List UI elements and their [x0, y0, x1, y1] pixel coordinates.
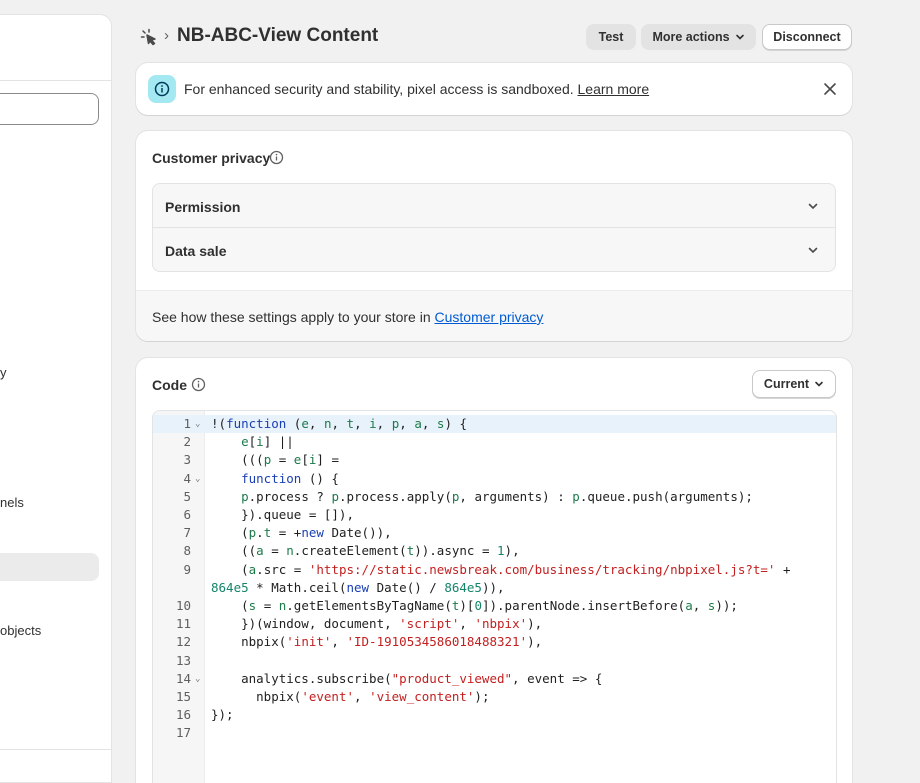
code-line[interactable]: 5 p.process ? p.process.apply(p, argumen… [153, 488, 836, 506]
disconnect-button[interactable]: Disconnect [762, 24, 852, 50]
banner-text: For enhanced security and stability, pix… [184, 81, 574, 97]
sidebar-item-label[interactable]: y [0, 365, 7, 380]
code-text: })(window, document, 'script', 'nbpix'), [211, 616, 543, 632]
sidebar-search-input[interactable] [0, 93, 99, 125]
code-line[interactable]: 10 (s = n.getElementsByTagName(t)[0]).pa… [153, 597, 836, 615]
customer-privacy-card: Customer privacy Permission Data sale Se… [136, 131, 852, 341]
code-text: !(function (e, n, t, i, p, a, s) { [211, 416, 468, 431]
data-sale-accordion[interactable]: Data sale [152, 227, 836, 272]
banner-message: For enhanced security and stability, pix… [184, 81, 649, 97]
line-number: 2 [183, 434, 191, 450]
page-header: › NB-ABC-View Content Test More actions … [136, 22, 852, 52]
code-text: }); [211, 707, 234, 723]
line-number: 13 [175, 652, 191, 668]
customer-privacy-link[interactable]: Customer privacy [435, 309, 544, 325]
code-line[interactable]: 9 (a.src = 'https://static.newsbreak.com… [153, 561, 836, 579]
page-title: NB-ABC-View Content [177, 25, 379, 46]
permission-accordion[interactable]: Permission [152, 183, 836, 228]
code-line[interactable]: 7 (p.t = +new Date()), [153, 524, 836, 542]
more-actions-button[interactable]: More actions [641, 24, 756, 50]
code-editor[interactable]: 1 ⌄ !(function (e, n, t, i, p, a, s) { 2 e[… [152, 410, 837, 783]
chevron-down-icon [808, 203, 818, 210]
chevron-down-icon [815, 381, 823, 387]
version-select[interactable]: Current [752, 370, 836, 398]
line-number: 5 [183, 488, 191, 504]
line-number: 3 [183, 452, 191, 468]
line-number: 7 [183, 525, 191, 541]
chevron-down-icon [735, 34, 744, 40]
code-line[interactable]: 6 }).queue = []), [153, 506, 836, 524]
line-number: 14 [175, 670, 191, 686]
line-number: 17 [175, 725, 191, 741]
code-text: function () { [241, 470, 339, 486]
code-text: nbpix('event', 'view_content'); [211, 689, 490, 704]
line-number: 11 [175, 616, 191, 632]
code-line[interactable]: 15 nbpix('event', 'view_content'); [153, 688, 836, 706]
test-button[interactable]: Test [586, 24, 636, 50]
line-number: 1 [183, 416, 191, 431]
info-icon[interactable] [269, 150, 284, 165]
more-actions-label: More actions [652, 30, 730, 44]
code-line[interactable]: 4 ⌄ function () { [153, 470, 836, 488]
code-text: ((a = n.createElement(t)).async = 1), [211, 543, 520, 559]
code-line[interactable]: 16}); [153, 706, 836, 724]
chevron-down-icon [808, 247, 818, 254]
privacy-title: Customer privacy [152, 150, 271, 166]
close-icon[interactable] [822, 81, 838, 97]
code-line[interactable]: 13 [153, 652, 836, 670]
code-text: (s = n.getElementsByTagName(t)[0]).paren… [211, 598, 738, 613]
code-text: }).queue = []), [211, 507, 354, 522]
sandbox-banner: For enhanced security and stability, pix… [136, 63, 852, 115]
code-line[interactable]: 17 [153, 724, 836, 742]
code-text: p.process ? p.process.apply(p, arguments… [241, 488, 753, 504]
line-number: 16 [175, 707, 191, 723]
accordion-label: Permission [165, 199, 241, 215]
code-text: nbpix('init', 'ID-1910534586018488321'), [211, 634, 543, 650]
line-number: 15 [175, 689, 191, 704]
code-text: (((p = e[i] = [211, 452, 339, 468]
sidebar-divider [0, 80, 111, 81]
version-select-label: Current [763, 377, 810, 391]
line-number: 9 [183, 561, 191, 577]
code-line[interactable]: 864e5 * Math.ceil(new Date() / 864e5)), [153, 579, 836, 597]
code-text: analytics.subscribe("product_viewed", ev… [211, 670, 603, 686]
accordion-label: Data sale [165, 243, 227, 259]
code-title: Code [152, 377, 187, 393]
info-icon [148, 75, 176, 103]
fold-chevron-icon[interactable]: ⌄ [195, 415, 200, 433]
code-line[interactable]: 8 ((a = n.createElement(t)).async = 1), [153, 542, 836, 560]
code-line[interactable]: 12 nbpix('init', 'ID-1910534586018488321… [153, 633, 836, 651]
code-text: (p.t = +new Date()), [211, 525, 392, 541]
code-line[interactable]: 11 })(window, document, 'script', 'nbpix… [153, 615, 836, 633]
line-number: 8 [183, 543, 191, 559]
breadcrumb-separator: › [164, 27, 169, 44]
sidebar-item-label[interactable]: objects [0, 623, 41, 638]
learn-more-link[interactable]: Learn more [578, 81, 650, 97]
line-number: 12 [175, 634, 191, 650]
sidebar-item-label[interactable]: nels [0, 495, 24, 510]
code-line[interactable]: 14 ⌄ analytics.subscribe("product_viewed"… [153, 670, 836, 688]
line-number: 4 [183, 470, 191, 486]
fold-chevron-icon[interactable]: ⌄ [195, 670, 200, 688]
sidebar-item-active[interactable] [0, 553, 99, 581]
test-button-label: Test [598, 30, 624, 44]
code-text: (a.src = 'https://static.newsbreak.com/b… [211, 561, 791, 577]
disconnect-button-label: Disconnect [773, 30, 841, 44]
code-line[interactable]: 2 e[i] || [153, 433, 836, 451]
line-number: 6 [183, 507, 191, 522]
info-icon[interactable] [191, 377, 206, 392]
code-card: Code Current 1 ⌄ !(function (e, n, t, i, p… [136, 358, 852, 783]
pixel-icon[interactable] [140, 28, 158, 46]
fold-chevron-icon[interactable]: ⌄ [195, 470, 200, 488]
code-line[interactable]: 3 (((p = e[i] = [153, 451, 836, 469]
code-text: 864e5 * Math.ceil(new Date() / 864e5)), [211, 579, 505, 595]
privacy-footer-text: See how these settings apply to your sto… [152, 309, 431, 325]
line-number: 10 [175, 598, 191, 613]
sidebar-divider [0, 749, 111, 750]
sidebar: y nels objects [0, 14, 112, 783]
code-text: e[i] || [241, 434, 294, 450]
privacy-footer: See how these settings apply to your sto… [136, 290, 852, 341]
code-line[interactable]: 1 ⌄ !(function (e, n, t, i, p, a, s) { [153, 415, 836, 433]
